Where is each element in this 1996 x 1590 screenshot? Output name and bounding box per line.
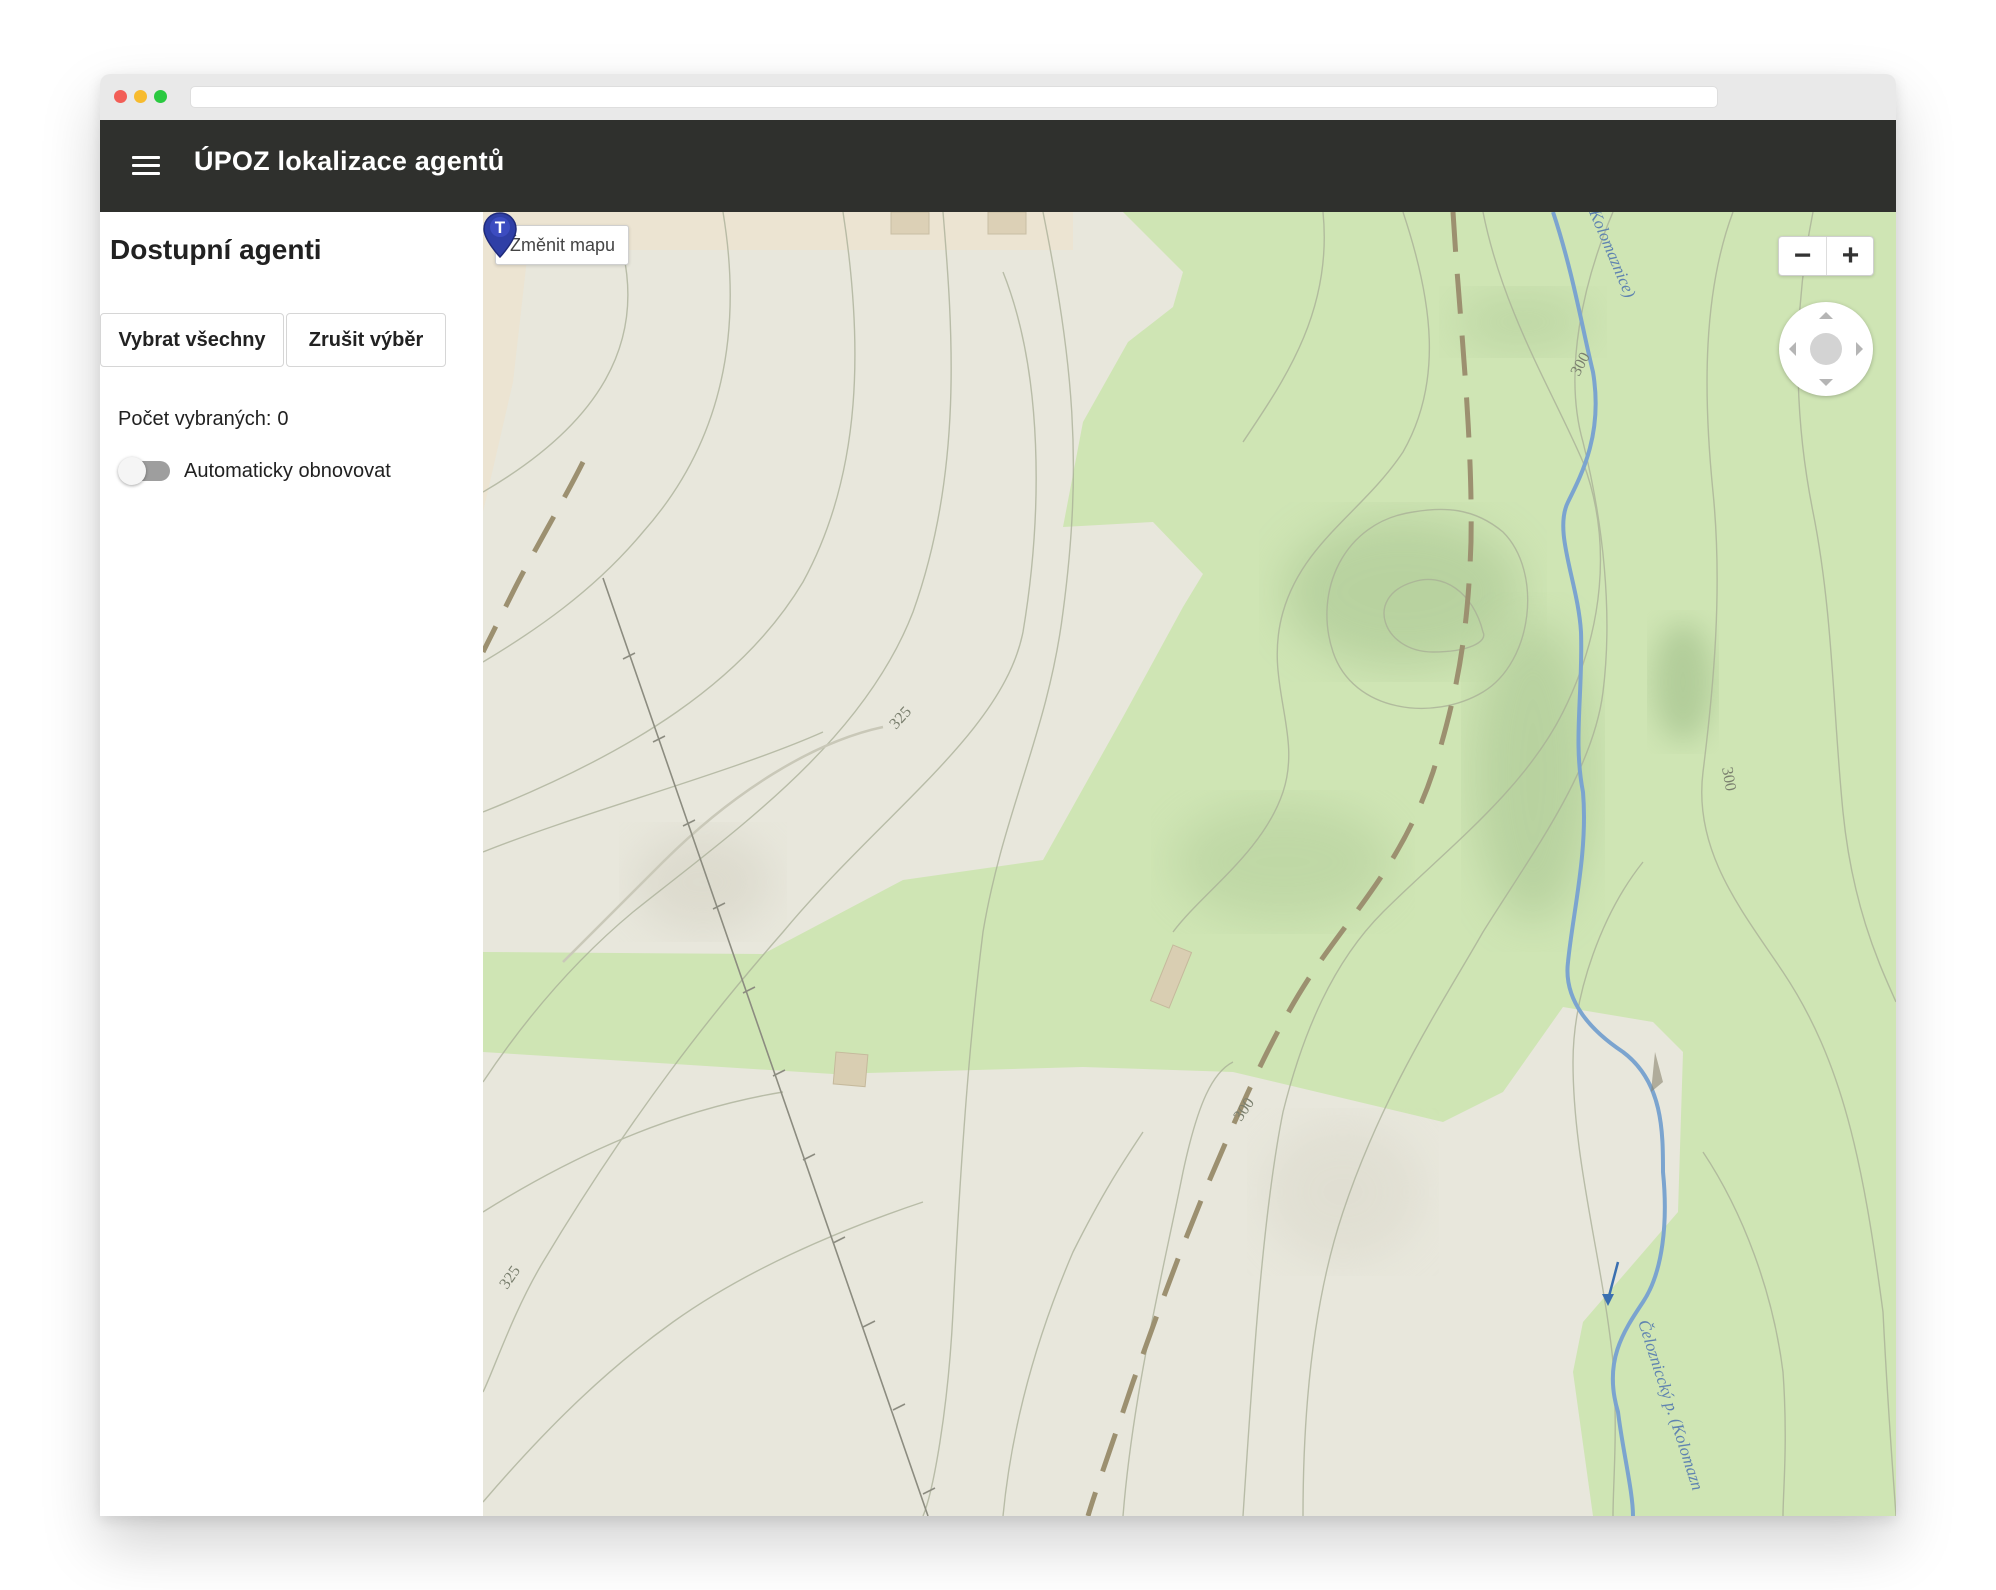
building bbox=[832, 1051, 869, 1088]
browser-chrome bbox=[100, 74, 1896, 120]
close-window-dot[interactable] bbox=[114, 90, 127, 103]
clear-selection-button[interactable]: Zrušit výběr bbox=[286, 313, 446, 367]
marker-letter: T bbox=[495, 218, 506, 237]
address-bar[interactable] bbox=[190, 86, 1718, 108]
auto-refresh-label: Automaticky obnovovat bbox=[184, 460, 391, 482]
minimize-window-dot[interactable] bbox=[134, 90, 147, 103]
agents-sidebar: Dostupní agenti Vybrat všechny Zrušit vý… bbox=[100, 212, 483, 1516]
building bbox=[987, 212, 1027, 235]
agent-marker[interactable]: T bbox=[483, 212, 517, 258]
map-canvas: 325 300 300 325 300 Kolomaznice) Čelozni… bbox=[483, 212, 1896, 1516]
pan-arrows-icon bbox=[1789, 312, 1863, 386]
toggle-thumb bbox=[118, 457, 146, 485]
browser-window: ÚPOZ lokalizace agentů Dostupní agenti V… bbox=[100, 74, 1896, 1516]
hill-shade bbox=[1263, 1122, 1423, 1262]
hill-shade bbox=[1453, 292, 1593, 352]
app-bar: ÚPOZ lokalizace agentů bbox=[100, 120, 1896, 212]
compass-control[interactable] bbox=[1779, 302, 1873, 396]
building bbox=[890, 212, 930, 235]
map-view[interactable]: 325 300 300 325 300 Kolomaznice) Čelozni… bbox=[483, 212, 1896, 1516]
hill-shade bbox=[633, 832, 773, 932]
zoom-out-button[interactable]: − bbox=[1779, 237, 1827, 275]
selected-count-row: Počet vybraných: 0 bbox=[118, 408, 289, 431]
menu-icon[interactable] bbox=[132, 156, 160, 178]
app-title: ÚPOZ lokalizace agentů bbox=[194, 146, 505, 176]
hill-shade bbox=[1653, 622, 1713, 742]
change-map-label: Změnit mapu bbox=[510, 234, 616, 255]
selected-count-label: Počet vybraných: bbox=[118, 408, 272, 430]
hill-shade bbox=[1473, 622, 1593, 922]
zoom-control: − + bbox=[1778, 236, 1874, 276]
sidebar-heading: Dostupní agenti bbox=[110, 234, 322, 265]
select-all-button[interactable]: Vybrat všechny bbox=[100, 313, 284, 367]
maximize-window-dot[interactable] bbox=[154, 90, 167, 103]
zoom-in-button[interactable]: + bbox=[1827, 237, 1874, 275]
auto-refresh-toggle[interactable] bbox=[118, 457, 172, 485]
selected-count-value: 0 bbox=[277, 408, 289, 430]
